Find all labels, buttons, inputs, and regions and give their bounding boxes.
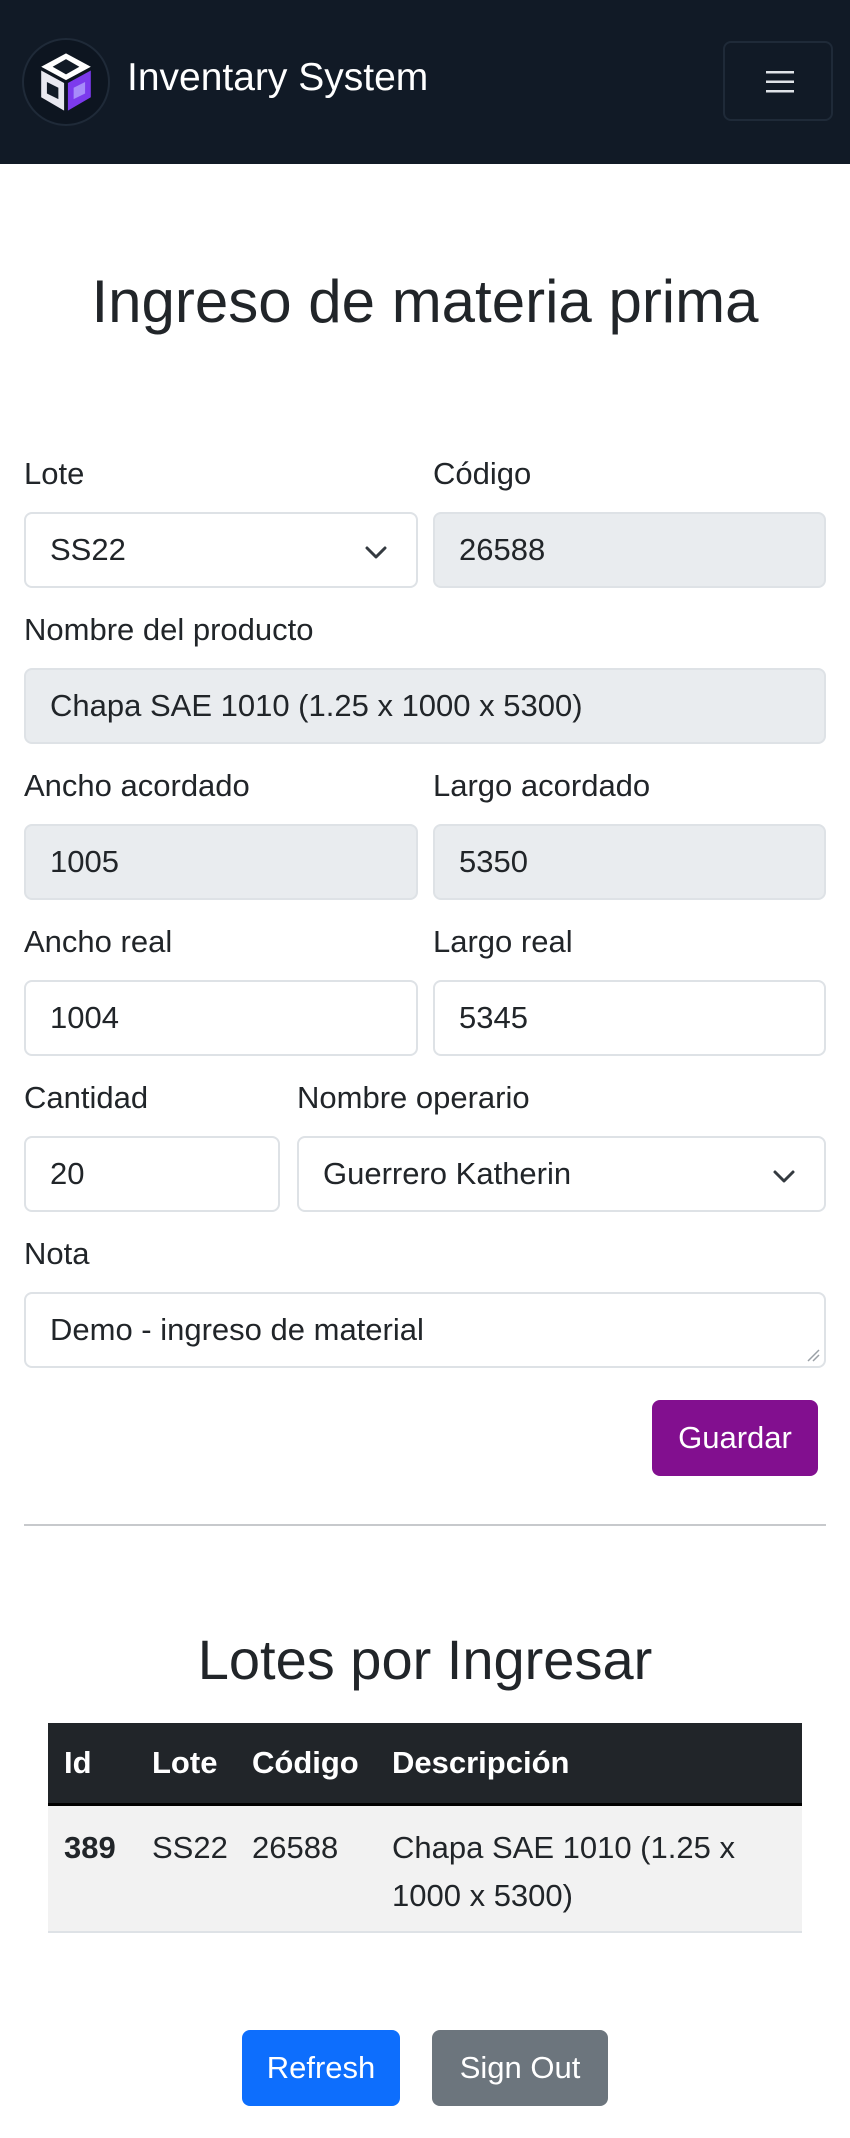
largo-acordado-label: Largo acordado	[433, 768, 651, 803]
ancho-real-input[interactable]: 1004	[24, 980, 418, 1056]
row-descripcion-line1: Chapa SAE 1010 (1.25 x	[392, 1830, 735, 1865]
column-header-descripcion[interactable]: Descripción	[392, 1723, 569, 1803]
column-header-id[interactable]: Id	[64, 1723, 92, 1803]
sign-out-button[interactable]: Sign Out	[432, 2030, 608, 2106]
largo-real-value: 5345	[459, 1000, 528, 1035]
ancho-acordado-value: 1005	[50, 844, 119, 879]
lote-value: SS22	[50, 532, 126, 567]
largo-real-label: Largo real	[433, 924, 573, 959]
largo-real-input[interactable]: 5345	[433, 980, 826, 1056]
chevron-down-icon	[365, 546, 387, 559]
chevron-down-icon	[773, 1170, 795, 1183]
ancho-acordado-label: Ancho acordado	[24, 768, 250, 803]
cantidad-input[interactable]: 20	[24, 1136, 280, 1212]
cantidad-label: Cantidad	[24, 1080, 149, 1115]
cube-logo-icon[interactable]	[22, 38, 110, 126]
nombre-operario-value: Guerrero Katherin	[323, 1156, 572, 1191]
row-descripcion-line2: 1000 x 5300)	[392, 1878, 573, 1913]
lotes-table: Id Lote Código Descripción 389 SS22 2658…	[48, 1723, 802, 1933]
row-id: 389	[64, 1830, 116, 1865]
row-descripcion: Chapa SAE 1010 (1.25 x 1000 x 5300)	[392, 1824, 792, 1920]
lote-label: Lote	[24, 456, 85, 491]
lote-select[interactable]: SS22	[24, 512, 418, 588]
codigo-value: 26588	[459, 532, 546, 567]
save-button[interactable]: Guardar	[652, 1400, 818, 1476]
nombre-operario-label: Nombre operario	[297, 1080, 530, 1115]
resize-grip-icon[interactable]	[806, 1348, 820, 1362]
nombre-producto-field[interactable]: Chapa SAE 1010 (1.25 x 1000 x 5300)	[24, 668, 826, 744]
refresh-button[interactable]: Refresh	[242, 2030, 400, 2106]
nota-label: Nota	[24, 1236, 90, 1271]
largo-acordado-value: 5350	[459, 844, 528, 879]
largo-acordado-field[interactable]: 5350	[433, 824, 826, 900]
section-divider	[24, 1524, 826, 1526]
page-title: Ingreso de materia prima	[91, 268, 759, 335]
nombre-operario-select[interactable]: Guerrero Katherin	[297, 1136, 826, 1212]
codigo-label: Código	[433, 456, 532, 491]
menu-toggle-button[interactable]	[723, 41, 833, 121]
section-title: Lotes por Ingresar	[197, 1628, 653, 1691]
ancho-real-label: Ancho real	[24, 924, 173, 959]
nota-value: Demo - ingreso de material	[50, 1312, 424, 1347]
ancho-acordado-field[interactable]: 1005	[24, 824, 418, 900]
cantidad-value: 20	[50, 1156, 85, 1191]
table-header: Id Lote Código Descripción	[48, 1723, 802, 1803]
row-codigo: 26588	[252, 1830, 339, 1865]
column-header-lote[interactable]: Lote	[152, 1723, 217, 1803]
codigo-field[interactable]: 26588	[433, 512, 826, 588]
nombre-producto-value: Chapa SAE 1010 (1.25 x 1000 x 5300)	[50, 688, 583, 723]
column-header-codigo[interactable]: Código	[252, 1723, 359, 1803]
hamburger-menu-icon	[766, 71, 794, 93]
navbar: Inventary System	[0, 0, 850, 164]
brand-name[interactable]: Inventary System	[127, 52, 428, 104]
nota-textarea[interactable]: Demo - ingreso de material	[24, 1292, 826, 1368]
row-lote: SS22	[152, 1830, 228, 1865]
ancho-real-value: 1004	[50, 1000, 119, 1035]
nombre-producto-label: Nombre del producto	[24, 612, 314, 647]
table-row[interactable]: 389 SS22 26588 Chapa SAE 1010 (1.25 x 10…	[48, 1803, 802, 1933]
